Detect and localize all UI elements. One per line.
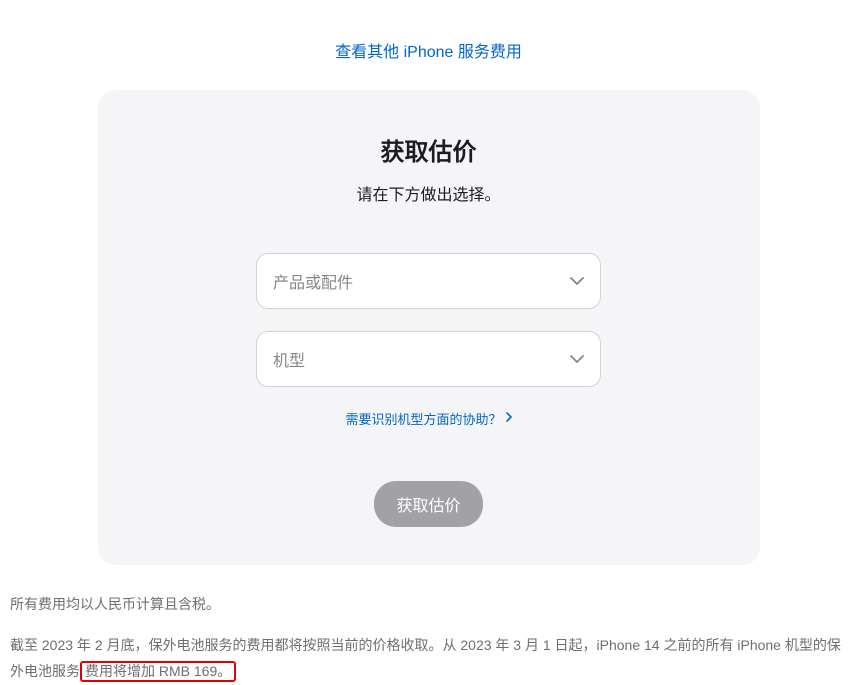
product-select[interactable]: 产品或配件	[256, 253, 601, 309]
top-link-container: 查看其他 iPhone 服务费用	[0, 0, 857, 90]
help-link-container: 需要识别机型方面的协助？	[138, 409, 720, 429]
note-line-2: 截至 2023 年 2 月底，保外电池服务的费用都将按照当前的价格收取。从 20…	[10, 632, 847, 685]
product-select-wrapper: 产品或配件	[256, 253, 601, 309]
estimate-card: 获取估价 请在下方做出选择。 产品或配件 机型 需要识别机型方面的协助？	[98, 90, 760, 565]
chevron-down-icon	[570, 272, 584, 290]
model-select-placeholder: 机型	[273, 347, 305, 371]
card-title: 获取估价	[138, 132, 720, 167]
identify-model-help-link[interactable]: 需要识别机型方面的协助？	[345, 409, 511, 428]
product-select-placeholder: 产品或配件	[273, 269, 353, 293]
highlighted-text: 费用将增加 RMB 169。	[80, 661, 236, 682]
notes-section: 所有费用均以人民币计算且含税。 截至 2023 年 2 月底，保外电池服务的费用…	[0, 565, 857, 685]
chevron-down-icon	[570, 350, 584, 368]
view-other-services-link[interactable]: 查看其他 iPhone 服务费用	[335, 44, 522, 61]
get-estimate-button[interactable]: 获取估价	[374, 481, 482, 527]
model-select[interactable]: 机型	[256, 331, 601, 387]
note-line-1: 所有费用均以人民币计算且含税。	[10, 591, 847, 618]
model-select-wrapper: 机型	[256, 331, 601, 387]
help-link-label: 需要识别机型方面的协助？	[345, 409, 501, 428]
chevron-right-icon	[506, 412, 512, 425]
card-subtitle: 请在下方做出选择。	[138, 181, 720, 205]
